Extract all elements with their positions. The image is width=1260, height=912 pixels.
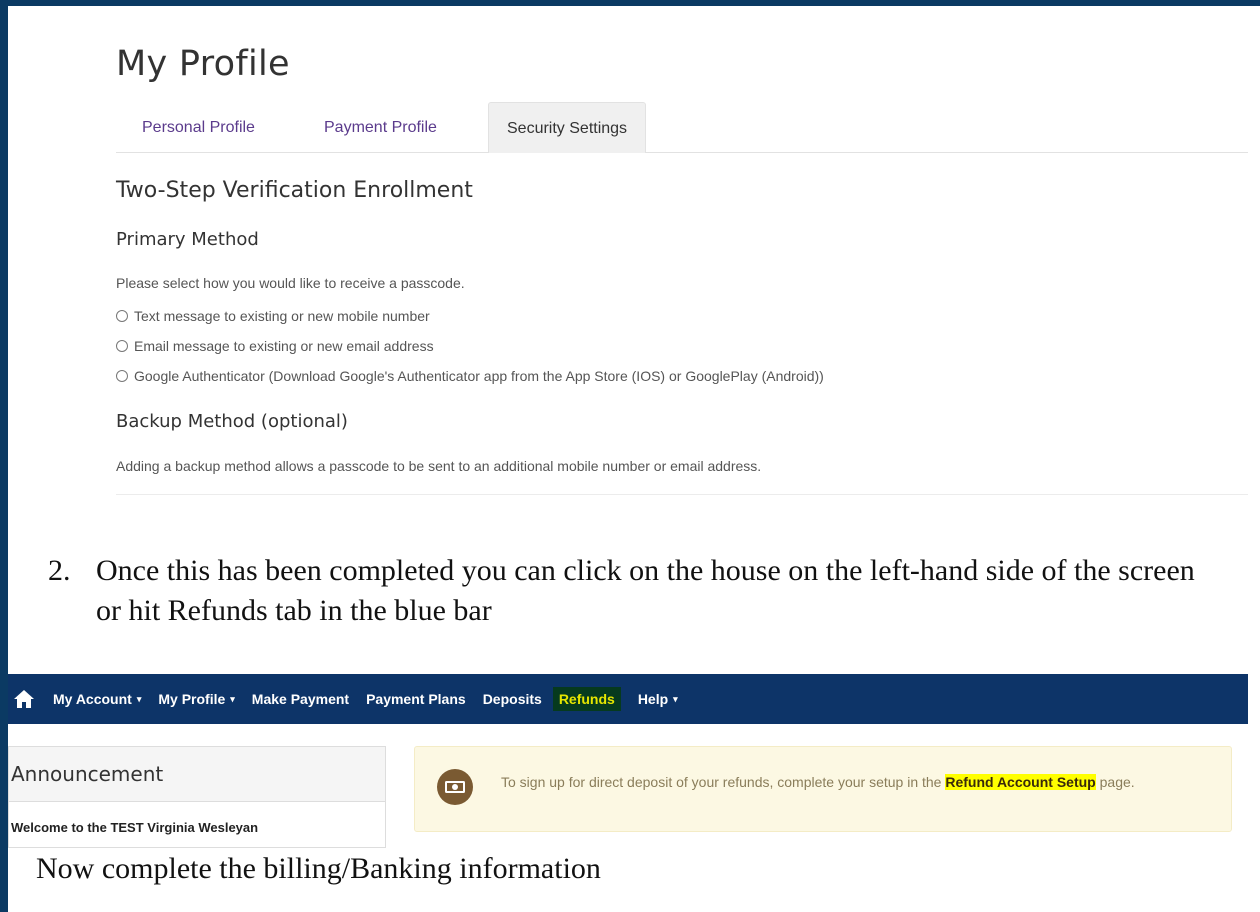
cash-icon <box>437 769 473 805</box>
radio-button[interactable] <box>116 340 128 352</box>
nav-label: Help <box>637 691 669 707</box>
document-page: My Profile Personal Profile Payment Prof… <box>8 6 1260 912</box>
primary-method-heading: Primary Method <box>116 229 259 250</box>
chevron-down-icon: ▾ <box>673 693 678 704</box>
announcement-text: Welcome to the TEST Virginia Wesleyan <box>11 820 259 835</box>
backup-method-heading: Backup Method (optional) <box>116 411 348 432</box>
tab-payment-profile[interactable]: Payment Profile <box>306 102 455 152</box>
nav-deposits[interactable]: Deposits <box>483 691 542 707</box>
nav-make-payment[interactable]: Make Payment <box>252 691 349 707</box>
instruction-step: 2. Once this has been completed you can … <box>48 551 1208 631</box>
nav-help[interactable]: Help ▾ <box>638 691 678 707</box>
step-number: 2. <box>48 554 71 587</box>
alert-text-before: To sign up for direct deposit of your re… <box>501 774 946 790</box>
radio-label: Email message to existing or new email a… <box>134 338 434 354</box>
nav-label: My Profile <box>158 691 226 707</box>
tab-personal-profile[interactable]: Personal Profile <box>124 102 273 152</box>
radio-button[interactable] <box>116 310 128 322</box>
radio-email-message[interactable]: Email message to existing or new email a… <box>116 338 434 354</box>
refund-account-setup-link[interactable]: Refund Account Setup <box>945 774 1096 790</box>
alert-text-after: page. <box>1095 774 1135 790</box>
refund-setup-alert: To sign up for direct deposit of your re… <box>414 746 1232 832</box>
home-icon[interactable] <box>12 687 36 711</box>
main-navbar: My Account ▾ My Profile ▾ Make Payment P… <box>8 674 1248 724</box>
announcement-panel: Announcement Welcome to the TEST Virgini… <box>8 746 386 848</box>
alert-message: To sign up for direct deposit of your re… <box>501 771 1221 793</box>
nav-payment-plans[interactable]: Payment Plans <box>366 691 466 707</box>
page-title: My Profile <box>116 44 290 84</box>
nav-label: My Account <box>53 691 132 707</box>
chevron-down-icon: ▾ <box>230 693 235 704</box>
backup-method-description: Adding a backup method allows a passcode… <box>116 458 762 474</box>
radio-google-authenticator[interactable]: Google Authenticator (Download Google's … <box>116 368 824 384</box>
instruction-note: Now complete the billing/Banking informa… <box>36 852 601 885</box>
enrollment-heading: Two-Step Verification Enrollment <box>116 178 473 203</box>
step-text: Once this has been completed you can cli… <box>96 554 1195 627</box>
radio-label: Google Authenticator (Download Google's … <box>134 368 824 384</box>
tab-security-settings[interactable]: Security Settings <box>488 102 647 153</box>
nav-refunds[interactable]: Refunds <box>552 687 621 711</box>
radio-button[interactable] <box>116 370 128 382</box>
divider <box>116 494 1248 495</box>
nav-my-profile[interactable]: My Profile ▾ <box>158 691 234 707</box>
announcement-title: Announcement <box>9 747 385 802</box>
radio-text-message[interactable]: Text message to existing or new mobile n… <box>116 308 430 324</box>
primary-method-description: Please select how you would like to rece… <box>116 275 465 291</box>
nav-my-account[interactable]: My Account ▾ <box>53 691 141 707</box>
profile-tabs: Personal Profile Payment Profile Securit… <box>116 102 1248 153</box>
chevron-down-icon: ▾ <box>136 693 142 704</box>
radio-label: Text message to existing or new mobile n… <box>134 308 430 324</box>
